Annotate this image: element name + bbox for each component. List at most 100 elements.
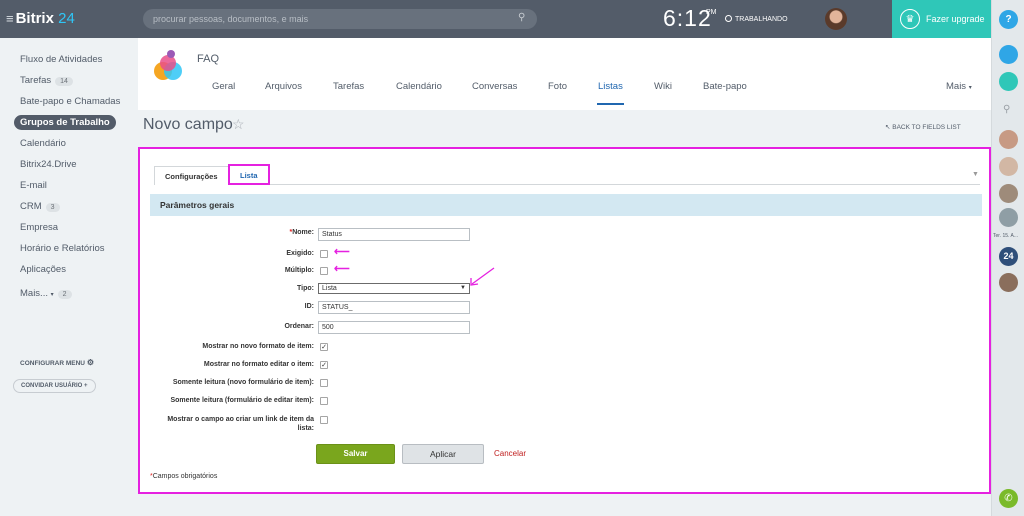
user-avatar[interactable] <box>825 8 847 30</box>
show-link-label: Mostrar o campo ao criar um link de item… <box>167 416 314 432</box>
name-input[interactable] <box>318 228 470 241</box>
required-label: Exigido: <box>286 250 314 257</box>
tab-foto[interactable]: Foto <box>548 81 567 92</box>
sidebar-item-calendar[interactable]: Calendário <box>20 138 66 149</box>
readonly-new-label: Somente leitura (novo formulário de item… <box>172 379 314 386</box>
gear-icon: ⚙ <box>86 358 94 367</box>
tab-geral[interactable]: Geral <box>212 81 235 92</box>
active-tab-indicator <box>597 103 624 105</box>
annotation-arrow <box>470 267 495 286</box>
left-sidebar: Fluxo de Atividades Tarefas 14 Bate-papo … <box>0 38 138 516</box>
group-header: FAQ Geral Arquivos Tarefas Calendário Co… <box>138 38 991 110</box>
form-panel: Configurações Lista ▼ Parâmetros gerais … <box>138 147 991 494</box>
readonly-edit-checkbox[interactable] <box>320 397 328 405</box>
tab-calendario[interactable]: Calendário <box>396 81 442 92</box>
logo[interactable]: ≡ Bitrix 24 <box>6 10 75 27</box>
sidebar-item-tasks[interactable]: Tarefas 14 <box>20 75 73 86</box>
show-new-label: Mostrar no novo formato de item: <box>202 343 314 350</box>
count-badge: 14 <box>55 77 73 86</box>
sidebar-item-email[interactable]: E-mail <box>20 180 47 191</box>
chevron-down-icon: ▾ <box>50 292 54 298</box>
required-note: *Campos obrigatórios <box>150 473 218 480</box>
count-badge: 2 <box>57 290 72 299</box>
contact-avatar[interactable] <box>999 130 1018 149</box>
menu-icon[interactable]: ≡ <box>6 11 14 26</box>
order-label: Ordenar: <box>284 323 314 330</box>
tab-lista[interactable]: Lista <box>228 164 270 185</box>
show-new-checkbox[interactable]: ✓ <box>320 343 328 351</box>
sidebar-item-crm[interactable]: CRM 3 <box>20 201 60 212</box>
readonly-new-checkbox[interactable] <box>320 379 328 387</box>
show-edit-label: Mostrar no formato editar o item: <box>203 361 314 368</box>
chevron-down-icon: ▾ <box>968 85 972 91</box>
tab-bate-papo[interactable]: Bate-papo <box>703 81 747 92</box>
plus-icon: + <box>84 383 88 389</box>
save-button[interactable]: Salvar <box>316 444 395 464</box>
help-button[interactable]: ? <box>999 10 1018 29</box>
show-link-checkbox[interactable] <box>320 416 328 424</box>
count-badge: 3 <box>45 203 60 212</box>
contact-avatar[interactable] <box>999 273 1018 292</box>
clock-ampm: PM <box>706 9 717 16</box>
show-edit-checkbox[interactable]: ✓ <box>320 361 328 369</box>
multiple-checkbox[interactable] <box>320 267 328 275</box>
right-bar: ? ⚲ Ter. 15. A... 24 ✆ <box>991 0 1024 516</box>
contact-avatar[interactable] <box>999 184 1018 203</box>
upgrade-button[interactable]: ♛ Fazer upgrade <box>892 0 991 38</box>
contact-avatar[interactable] <box>999 208 1018 227</box>
sidebar-item-apps[interactable]: Aplicações <box>20 264 66 275</box>
phone-icon[interactable]: ✆ <box>999 489 1018 508</box>
type-select[interactable]: Lista ▼ <box>318 283 470 294</box>
page-title: Novo campo <box>143 116 233 133</box>
status-dot-icon <box>725 15 732 22</box>
required-checkbox[interactable] <box>320 250 328 258</box>
tab-listas[interactable]: Listas <box>598 81 623 92</box>
sidebar-item-drive[interactable]: Bitrix24.Drive <box>20 159 77 170</box>
order-input[interactable] <box>318 321 470 334</box>
clock[interactable]: 6:12 <box>663 5 712 32</box>
sidebar-item-activity[interactable]: Fluxo de Atividades <box>20 54 102 65</box>
chat-timestamp: Ter. 15. A... <box>993 233 1019 239</box>
chevron-down-icon[interactable]: ▼ <box>972 171 979 178</box>
sidebar-item-chat[interactable]: Bate-papo e Chamadas <box>20 96 120 107</box>
annotation-arrow: ⟵ <box>334 263 350 275</box>
search-icon[interactable]: ⚲ <box>518 12 525 23</box>
cancel-link[interactable]: Cancelar <box>494 449 526 458</box>
sidebar-item-workgroups[interactable]: Grupos de Trabalho <box>14 115 116 130</box>
tab-configuracoes[interactable]: Configurações <box>154 166 229 185</box>
tab-tarefas[interactable]: Tarefas <box>333 81 364 92</box>
group-logo <box>154 50 182 80</box>
back-to-fields-link[interactable]: ↖ BACK TO FIELDS LIST <box>885 123 961 131</box>
name-label: *Nome: <box>289 229 314 236</box>
id-label: ID: <box>304 303 314 310</box>
apply-button[interactable]: Aplicar <box>402 444 484 464</box>
work-status[interactable]: TRABALHANDO <box>725 15 788 23</box>
invite-user-button[interactable]: CONVIDAR USUÁRIO + <box>13 379 96 393</box>
annotation-arrow: ⟵ <box>334 246 350 258</box>
contact-avatar[interactable] <box>999 157 1018 176</box>
id-input[interactable] <box>318 301 470 314</box>
top-bar: ≡Bitrix 24 ⚲ 6:12 PM TRABALHANDO ♛Fazer … <box>0 0 1024 38</box>
readonly-edit-label: Somente leitura (formulário de editar it… <box>170 397 314 404</box>
sidebar-item-time-reports[interactable]: Horário e Relatórios <box>20 243 104 254</box>
section-header: Parâmetros gerais <box>150 194 982 216</box>
sidebar-item-company[interactable]: Empresa <box>20 222 58 233</box>
multiple-label: Múltiplo: <box>284 267 314 274</box>
crown-icon: ♛ <box>900 9 920 29</box>
search-icon[interactable]: ⚲ <box>1003 104 1010 115</box>
tab-wiki[interactable]: Wiki <box>654 81 672 92</box>
sidebar-item-more[interactable]: Mais... ▾ 2 <box>20 288 72 299</box>
config-menu-button[interactable]: CONFIGURAR MENU ⚙ <box>20 358 94 367</box>
form-tabs: Configurações Lista <box>154 164 980 185</box>
tab-more[interactable]: Mais ▾ <box>946 81 972 92</box>
messenger-icon[interactable] <box>999 72 1018 91</box>
tab-arquivos[interactable]: Arquivos <box>265 81 302 92</box>
tab-conversas[interactable]: Conversas <box>472 81 517 92</box>
type-label: Tipo: <box>297 285 314 292</box>
star-icon[interactable]: ☆ <box>232 116 245 133</box>
notifications-icon[interactable] <box>999 45 1018 64</box>
group-name[interactable]: FAQ <box>197 53 219 65</box>
bitrix24-icon[interactable]: 24 <box>999 247 1018 266</box>
search-input[interactable] <box>143 9 537 29</box>
back-arrow-icon: ↖ <box>885 124 891 131</box>
